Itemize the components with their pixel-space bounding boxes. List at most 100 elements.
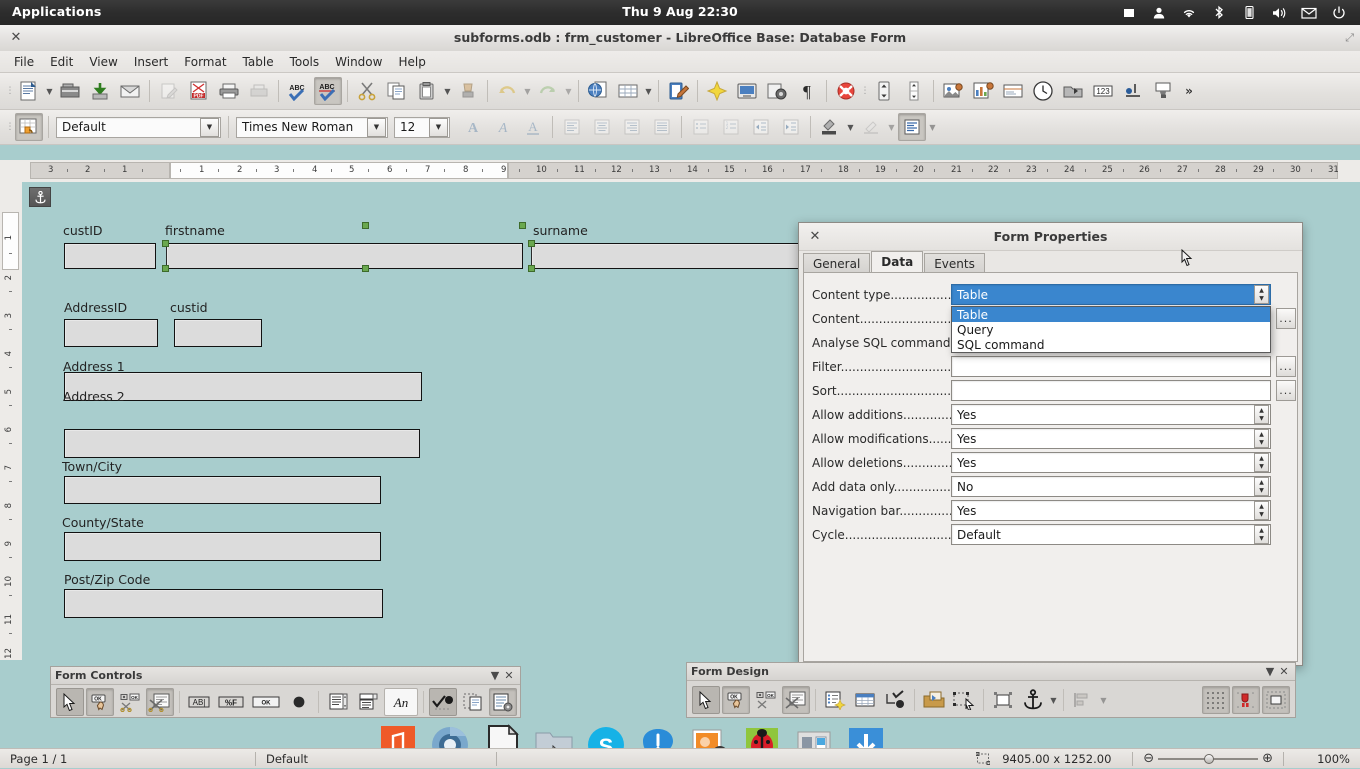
underline-icon[interactable]: A	[519, 113, 547, 141]
zoom-slider[interactable]: ⊖ ⊕	[1133, 749, 1283, 769]
form-design-icon[interactable]	[489, 688, 517, 716]
cycle-field[interactable]: Default ▲ ▼	[951, 524, 1271, 545]
form-navigator-icon[interactable]	[920, 686, 948, 714]
snap-to-grid-icon[interactable]	[1232, 686, 1260, 714]
tab-events[interactable]: Events	[924, 253, 985, 273]
undo-icon[interactable]	[493, 77, 521, 105]
menu-format[interactable]: Format	[176, 53, 234, 71]
toolbar-grip[interactable]: ⋮	[6, 80, 15, 102]
export-pdf-icon[interactable]: PDF	[185, 77, 213, 105]
align-justified-icon[interactable]	[648, 113, 676, 141]
control-wizards-icon[interactable]: OK	[116, 688, 144, 716]
align-left-icon[interactable]	[558, 113, 586, 141]
zoom-knob[interactable]	[1204, 753, 1215, 764]
print-preview-icon[interactable]	[245, 77, 273, 105]
font-size-combo[interactable]: 12 ▼	[394, 116, 450, 138]
content-browse-button[interactable]: ...	[1276, 308, 1296, 329]
email-icon[interactable]	[116, 77, 144, 105]
dropdown-option-query[interactable]: Query	[952, 322, 1270, 337]
form-properties-icon[interactable]	[821, 686, 849, 714]
insert-image-icon[interactable]	[939, 77, 967, 105]
content-type-spin[interactable]: ▲ ▼	[1254, 285, 1269, 304]
list-box-icon[interactable]	[324, 688, 352, 716]
add-data-only-field[interactable]: No ▲ ▼	[951, 476, 1271, 497]
combo-box-icon[interactable]	[354, 688, 382, 716]
control-wizards-icon[interactable]: OK	[752, 686, 780, 714]
draw-functions-icon[interactable]	[664, 77, 692, 105]
ordered-list-icon[interactable]: 12	[717, 113, 745, 141]
insert-object-icon[interactable]	[1059, 77, 1087, 105]
menu-window[interactable]: Window	[327, 53, 390, 71]
add-field-icon[interactable]	[989, 686, 1017, 714]
zoom-out-icon[interactable]: ⊖	[1143, 751, 1154, 766]
battery-icon[interactable]	[1234, 0, 1264, 25]
gallery-icon[interactable]	[703, 77, 731, 105]
media-player-icon[interactable]	[733, 77, 761, 105]
vertical-ruler[interactable]: 1 2 3 4 5 6 7 8 9 10 11 12	[0, 182, 23, 660]
window-restore-icon[interactable]: ⤢	[1345, 31, 1354, 45]
italic-icon[interactable]: A	[489, 113, 517, 141]
filter-browse-button[interactable]: ...	[1276, 356, 1296, 377]
font-color-dropdown[interactable]: ▼	[886, 113, 897, 141]
wizards-off-icon[interactable]	[782, 686, 810, 714]
autospellcheck-icon[interactable]: ABC	[314, 77, 342, 105]
post-zip-code-field[interactable]	[64, 589, 383, 618]
push-button-icon[interactable]: OK	[249, 688, 283, 716]
label-field-icon[interactable]: AB|	[185, 688, 213, 716]
table-dropdown[interactable]: ▼	[643, 77, 654, 105]
spelling-icon[interactable]: ABC	[284, 77, 312, 105]
screen-icon[interactable]	[1114, 0, 1144, 25]
align-icon[interactable]	[1069, 686, 1097, 714]
highlight-dropdown[interactable]: ▼	[845, 113, 856, 141]
open-icon[interactable]	[56, 77, 84, 105]
insert-field-icon[interactable]	[870, 77, 898, 105]
paragraph-format-icon[interactable]	[898, 113, 926, 141]
formatting-marks-icon[interactable]: ¶	[793, 77, 821, 105]
copy-icon[interactable]	[383, 77, 411, 105]
allow-modifications-spin[interactable]: ▲ ▼	[1254, 429, 1269, 448]
paragraph-style-dropdown-icon[interactable]: ▼	[200, 117, 219, 137]
toolbar-overflow-icon[interactable]: »	[1178, 77, 1200, 105]
addressid-field[interactable]	[64, 319, 158, 347]
font-size-dropdown-icon[interactable]: ▼	[429, 117, 448, 137]
decrease-indent-icon[interactable]	[747, 113, 775, 141]
helplines-icon[interactable]	[1262, 686, 1290, 714]
allow-deletions-spin[interactable]: ▲ ▼	[1254, 453, 1269, 472]
form-controls-close-icon[interactable]: ✕	[502, 669, 516, 682]
tab-data[interactable]: Data	[871, 251, 924, 273]
user-icon[interactable]	[1144, 0, 1174, 25]
dropdown-option-sql-command[interactable]: SQL command	[952, 337, 1270, 352]
toolbar-grip[interactable]: ⋮	[6, 116, 15, 138]
edit-file-icon[interactable]	[155, 77, 183, 105]
menu-insert[interactable]: Insert	[126, 53, 176, 71]
table-control-icon[interactable]	[851, 686, 879, 714]
paragraph-dropdown[interactable]: ▼	[927, 113, 938, 141]
align-right-icon[interactable]	[618, 113, 646, 141]
content-type-field[interactable]: Table ▲ ▼	[951, 284, 1271, 305]
form-control-wizards-off-icon[interactable]	[146, 688, 174, 716]
unordered-list-icon[interactable]	[687, 113, 715, 141]
align-center-icon[interactable]	[588, 113, 616, 141]
zoom-track[interactable]	[1158, 753, 1259, 764]
allow-additions-field[interactable]: Yes ▲ ▼	[951, 404, 1271, 425]
bold-icon[interactable]: A	[459, 113, 487, 141]
select-icon[interactable]	[56, 688, 84, 716]
menu-edit[interactable]: Edit	[42, 53, 81, 71]
firstname-field[interactable]	[166, 243, 523, 269]
design-mode-icon[interactable]: OK	[86, 688, 114, 716]
form-controls-header[interactable]: Form Controls ▼ ✕	[51, 667, 520, 685]
redo-dropdown[interactable]: ▼	[563, 77, 574, 105]
menu-help[interactable]: Help	[390, 53, 433, 71]
highlight-color-icon[interactable]	[816, 113, 844, 141]
paragraph-style-combo[interactable]: Default ▼	[56, 116, 221, 138]
insert-time-icon[interactable]	[1029, 77, 1057, 105]
align-dropdown[interactable]: ▼	[1098, 686, 1109, 714]
anchor-icon[interactable]	[1019, 686, 1047, 714]
formatted-field-icon[interactable]: %F	[215, 688, 247, 716]
insert-chart-icon[interactable]	[969, 77, 997, 105]
town-city-field[interactable]	[64, 476, 381, 504]
insert-bookmark-icon[interactable]	[1149, 77, 1177, 105]
sub-custid-field[interactable]	[174, 319, 262, 347]
helplines-icon[interactable]	[832, 77, 860, 105]
clone-formatting-icon[interactable]	[454, 77, 482, 105]
